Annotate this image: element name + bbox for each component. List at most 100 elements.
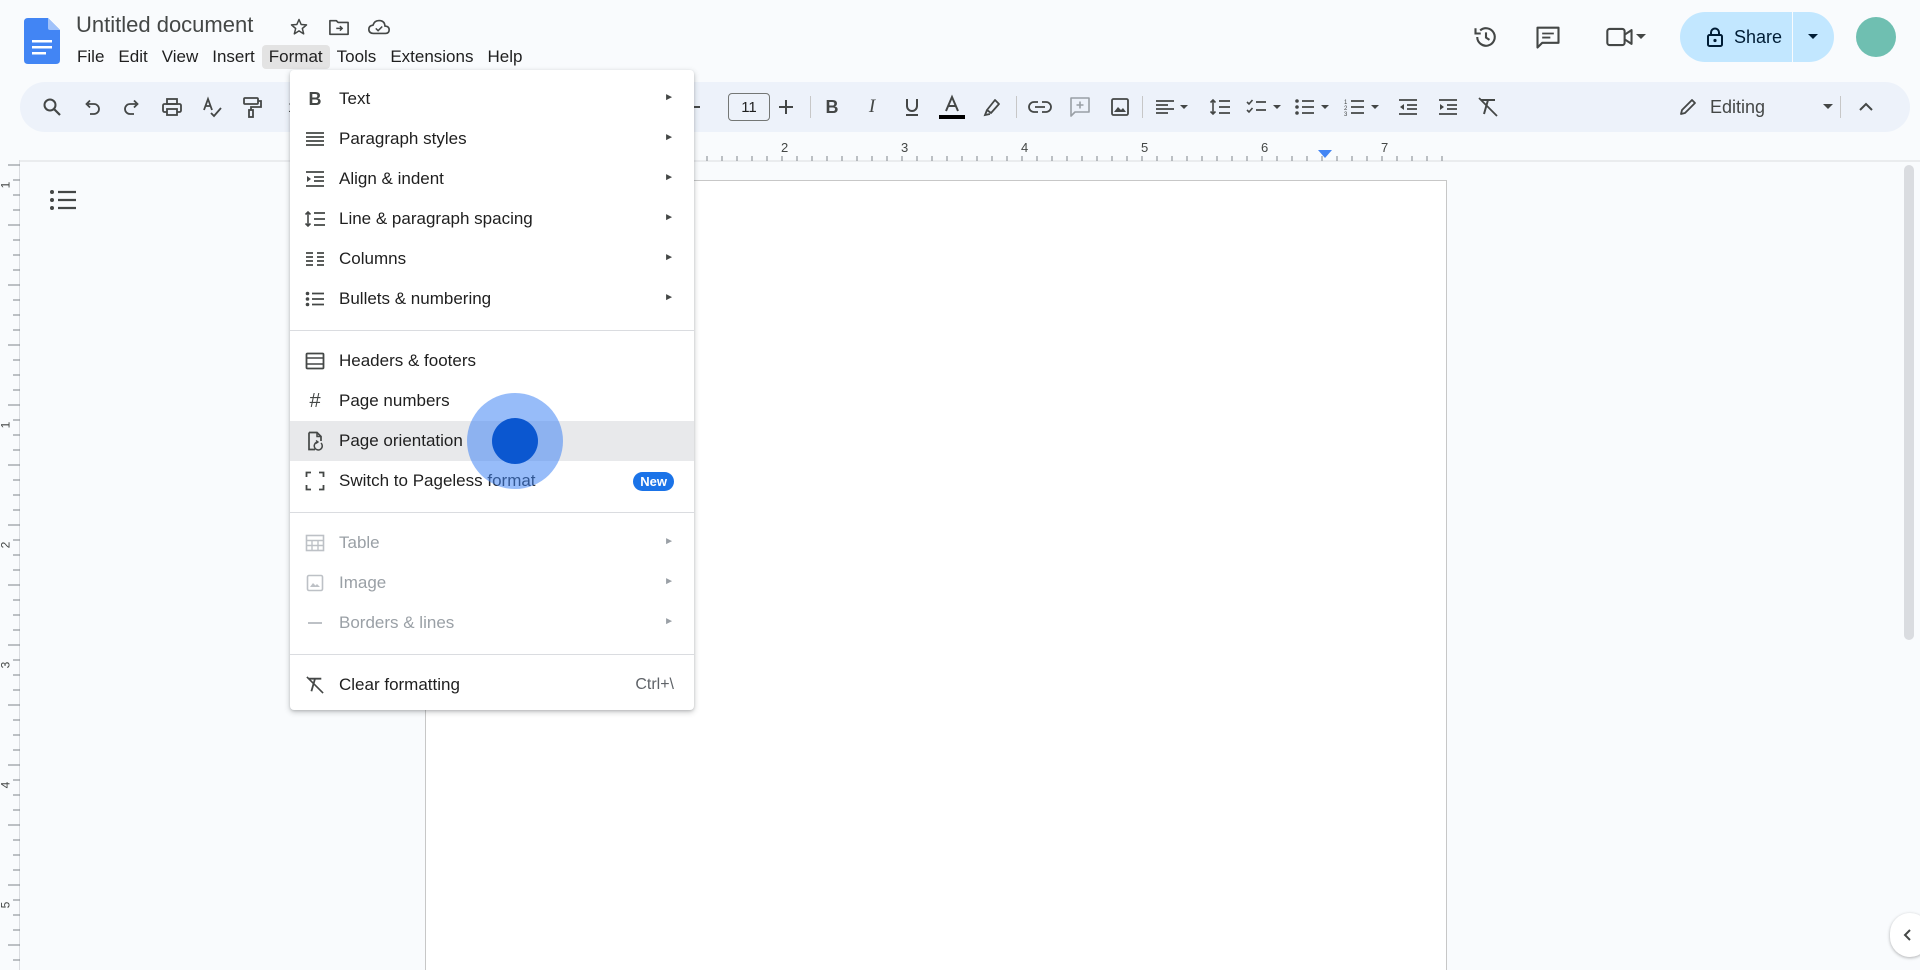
format-menu-bullets[interactable]: Bullets & numbering ► bbox=[290, 279, 694, 319]
format-menu-borders-lines[interactable]: Borders & lines ► bbox=[290, 603, 694, 643]
document-outline-icon[interactable] bbox=[48, 188, 80, 216]
line-spacing-icon[interactable] bbox=[1204, 91, 1236, 123]
columns-icon bbox=[304, 248, 326, 270]
pageless-icon bbox=[304, 470, 326, 492]
menu-divider bbox=[290, 330, 694, 331]
ruler-number: 3 bbox=[901, 140, 909, 155]
borders-icon bbox=[304, 612, 326, 634]
chevron-down-icon bbox=[1636, 34, 1646, 39]
spellcheck-icon[interactable] bbox=[196, 91, 228, 123]
hash-icon: # bbox=[309, 389, 321, 412]
right-indent-marker[interactable] bbox=[1318, 150, 1332, 158]
format-menu-headers-footers[interactable]: Headers & footers bbox=[290, 341, 694, 381]
format-menu-image[interactable]: Image ► bbox=[290, 563, 694, 603]
menu-extensions[interactable]: Extensions bbox=[383, 45, 480, 69]
headers-footers-icon bbox=[304, 350, 326, 372]
submenu-arrow-icon: ► bbox=[664, 252, 674, 263]
menu-help[interactable]: Help bbox=[480, 45, 529, 69]
document-title[interactable]: Untitled document bbox=[76, 12, 253, 38]
cloud-status-icon[interactable] bbox=[366, 14, 392, 40]
ruler-number: 1 bbox=[0, 182, 12, 189]
numbered-list-icon[interactable]: 123 bbox=[1340, 91, 1386, 123]
star-icon[interactable] bbox=[286, 14, 312, 40]
share-button[interactable]: Share bbox=[1680, 12, 1792, 62]
hide-menus-icon[interactable] bbox=[1850, 91, 1882, 123]
clear-formatting-icon[interactable] bbox=[1472, 91, 1504, 123]
format-menu-paragraph-styles[interactable]: Paragraph styles ► bbox=[290, 119, 694, 159]
clear-formatting-icon bbox=[304, 674, 326, 696]
page-orientation-icon bbox=[304, 430, 326, 452]
menu-divider bbox=[290, 654, 694, 655]
side-panel-toggle[interactable] bbox=[1890, 913, 1920, 957]
submenu-arrow-icon: ► bbox=[664, 132, 674, 143]
paragraph-styles-icon bbox=[304, 128, 326, 150]
ruler-number: 2 bbox=[0, 542, 12, 549]
keyboard-shortcut: Ctrl+\ bbox=[635, 676, 674, 693]
increase-indent-icon[interactable] bbox=[1432, 91, 1464, 123]
redo-icon[interactable] bbox=[116, 91, 148, 123]
share-options-button[interactable] bbox=[1793, 12, 1833, 62]
menu-file[interactable]: File bbox=[70, 45, 111, 69]
insert-image-icon[interactable] bbox=[1104, 91, 1136, 123]
submenu-arrow-icon: ► bbox=[664, 576, 674, 587]
menu-edit[interactable]: Edit bbox=[111, 45, 154, 69]
ruler-number: 6 bbox=[1261, 140, 1269, 155]
menu-item-label: Paragraph styles bbox=[339, 129, 467, 148]
horizontal-ruler[interactable]: 2 3 4 5 6 7 bbox=[0, 140, 1920, 162]
version-history-icon[interactable] bbox=[1466, 17, 1506, 57]
pencil-icon bbox=[1680, 99, 1696, 115]
editing-mode-select[interactable]: Editing bbox=[1678, 91, 1834, 123]
format-menu-columns[interactable]: Columns ► bbox=[290, 239, 694, 279]
move-folder-icon[interactable] bbox=[326, 14, 352, 40]
submenu-arrow-icon: ► bbox=[664, 292, 674, 303]
menu-format[interactable]: Format bbox=[261, 45, 330, 69]
insert-link-icon[interactable] bbox=[1024, 91, 1056, 123]
print-icon[interactable] bbox=[156, 91, 188, 123]
docs-logo-icon[interactable] bbox=[24, 18, 60, 64]
bullets-icon bbox=[304, 288, 326, 310]
menu-bar: File Edit View Insert Format Tools Exten… bbox=[70, 45, 529, 69]
format-menu-line-spacing[interactable]: Line & paragraph spacing ► bbox=[290, 199, 694, 239]
menu-item-label: Page numbers bbox=[339, 391, 450, 410]
vertical-ruler[interactable]: 1 1 2 3 4 5 bbox=[0, 160, 20, 970]
menu-item-label: Align & indent bbox=[339, 169, 444, 188]
new-badge: New bbox=[633, 472, 674, 491]
chevron-down-icon bbox=[1823, 104, 1833, 109]
italic-icon[interactable]: I bbox=[856, 91, 888, 123]
format-menu-text[interactable]: B Text ► bbox=[290, 79, 694, 119]
format-menu-clear-formatting[interactable]: Clear formatting Ctrl+\ bbox=[290, 665, 694, 705]
undo-icon[interactable] bbox=[76, 91, 108, 123]
line-spacing-icon bbox=[304, 208, 326, 230]
decrease-indent-icon[interactable] bbox=[1392, 91, 1424, 123]
format-menu-table[interactable]: Table ► bbox=[290, 523, 694, 563]
font-size-input[interactable]: 11 bbox=[728, 93, 770, 121]
paint-format-icon[interactable] bbox=[236, 91, 268, 123]
align-left-icon[interactable] bbox=[1150, 91, 1196, 123]
highlight-color-icon[interactable] bbox=[976, 91, 1008, 123]
bold-icon[interactable]: B bbox=[816, 91, 848, 123]
search-menus-icon[interactable] bbox=[36, 91, 68, 123]
menu-tools[interactable]: Tools bbox=[330, 45, 384, 69]
image-icon bbox=[304, 572, 326, 594]
menu-divider bbox=[290, 512, 694, 513]
avatar[interactable] bbox=[1856, 17, 1896, 57]
menu-view[interactable]: View bbox=[155, 45, 206, 69]
table-icon bbox=[304, 532, 326, 554]
menu-item-label: Page orientation bbox=[339, 431, 463, 450]
menu-insert[interactable]: Insert bbox=[205, 45, 262, 69]
submenu-arrow-icon: ► bbox=[664, 172, 674, 183]
menu-item-label: Clear formatting bbox=[339, 675, 460, 694]
add-comment-icon[interactable] bbox=[1064, 91, 1096, 123]
meet-call-button[interactable] bbox=[1598, 17, 1654, 57]
submenu-arrow-icon: ► bbox=[664, 212, 674, 223]
ruler-number: 7 bbox=[1381, 140, 1389, 155]
checklist-icon[interactable] bbox=[1242, 91, 1288, 123]
vertical-scrollbar[interactable] bbox=[1904, 165, 1914, 640]
share-label: Share bbox=[1734, 26, 1783, 47]
comments-icon[interactable] bbox=[1528, 17, 1568, 57]
bulleted-list-icon[interactable] bbox=[1290, 91, 1336, 123]
format-menu-align-indent[interactable]: Align & indent ► bbox=[290, 159, 694, 199]
underline-icon[interactable] bbox=[896, 91, 928, 123]
increase-font-size-icon[interactable] bbox=[770, 91, 802, 123]
text-color-icon[interactable] bbox=[936, 91, 968, 123]
